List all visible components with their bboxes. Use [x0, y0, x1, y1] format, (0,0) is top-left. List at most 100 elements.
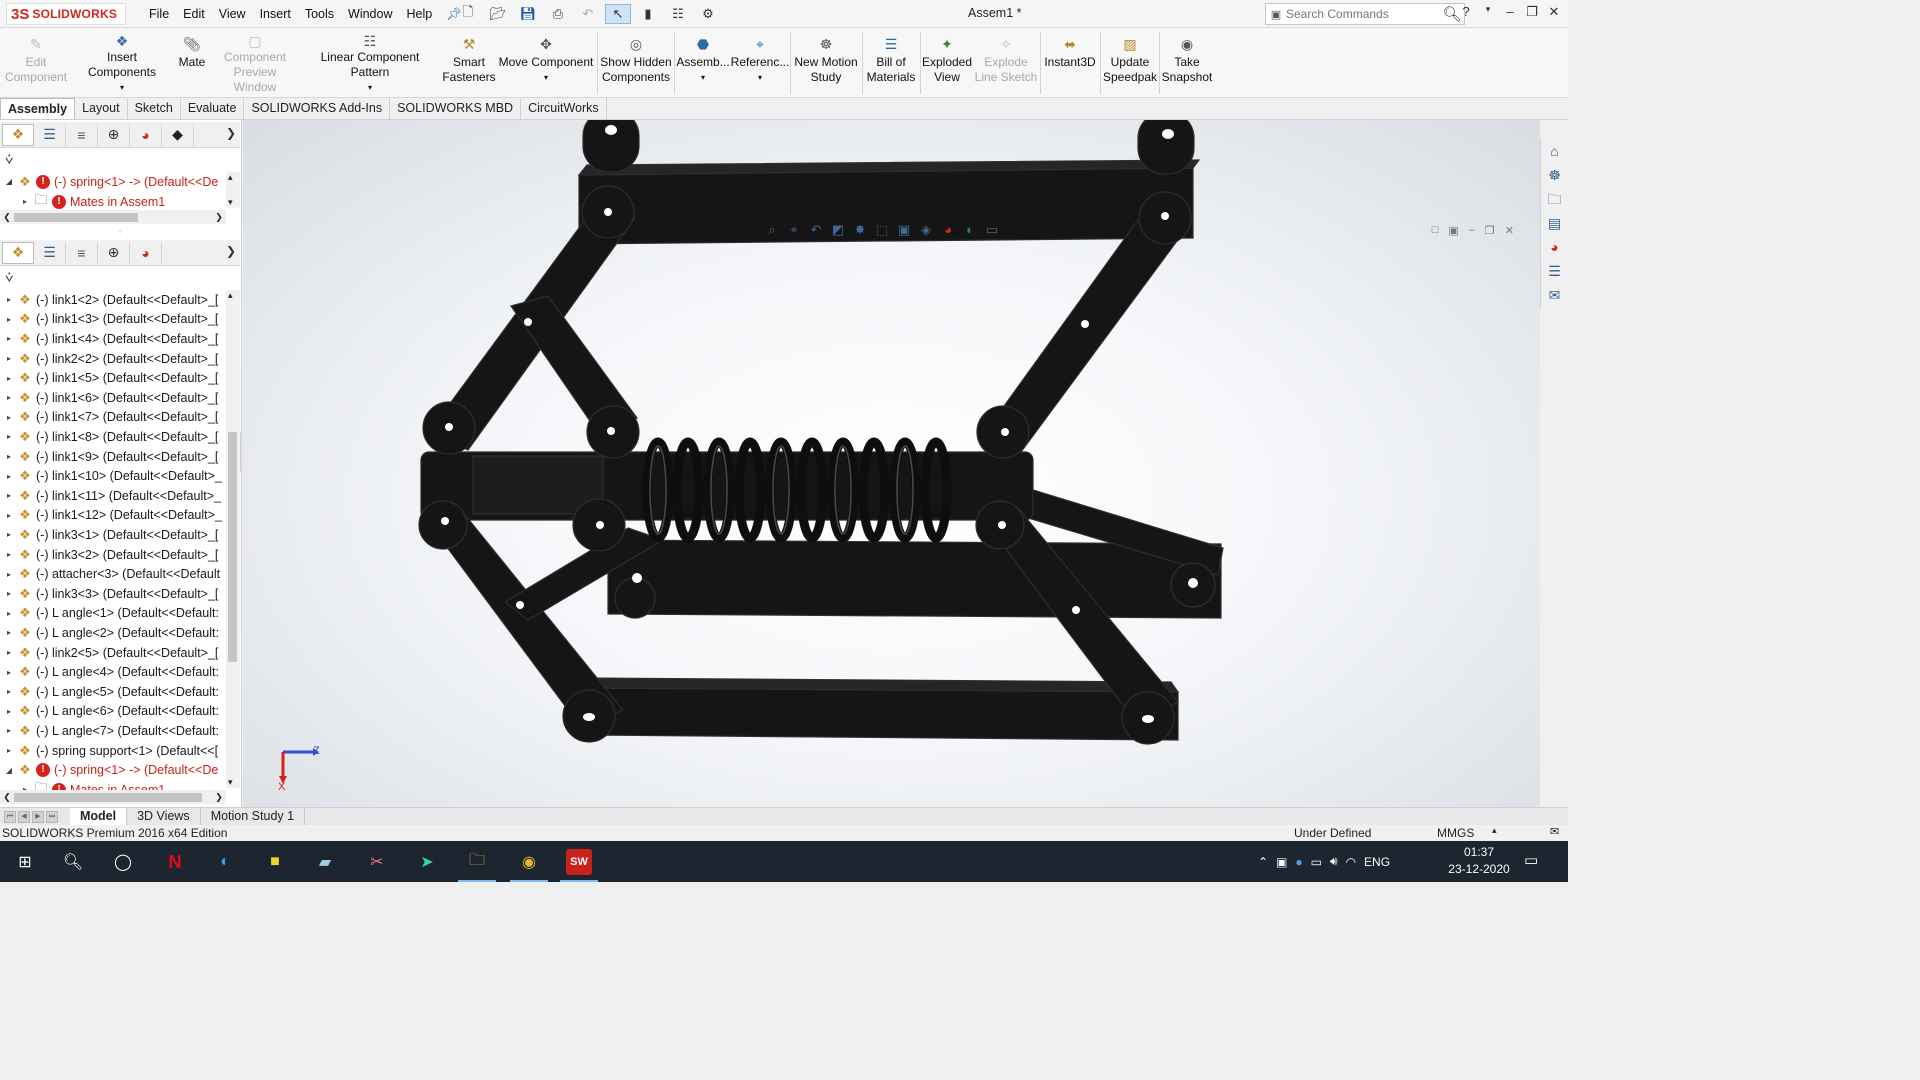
chevron-right-icon[interactable]: ❯	[226, 126, 236, 140]
expand-arrow-icon[interactable]: ▸	[2, 452, 16, 461]
property-manager-icon[interactable]: ☰	[34, 241, 66, 264]
graphics-area[interactable]: ⌕ ⌖ ↶ ◩ ✸ ⬚ ▣ ◈ ◕ ◐ ▭ □ ▣ – ❐ ✕ Z X	[243, 120, 1540, 808]
display-manager-icon[interactable]: ◕	[130, 123, 162, 146]
top-tree-hscroll[interactable]: ❮ ❯	[0, 210, 226, 224]
tree-item[interactable]: ▸ ❖ (-) link2<5> (Default<<Default>_[	[0, 643, 226, 663]
solidworks-taskbar-icon[interactable]: SW	[560, 849, 598, 882]
edit-appearance-icon[interactable]: ◕	[939, 222, 957, 238]
feature-manager-tree-icon[interactable]: ❖	[2, 123, 34, 146]
expand-arrow-icon[interactable]: ▸	[2, 393, 16, 402]
tree-item[interactable]: ▸ ❖ (-) link1<4> (Default<<Default>_[	[0, 329, 226, 349]
app-icon[interactable]: ▰	[312, 849, 338, 875]
dimxpert-manager-icon[interactable]: ⊕	[98, 123, 130, 146]
battery-icon[interactable]: ▭	[1311, 855, 1322, 869]
expand-arrow-icon[interactable]: ▸	[2, 648, 16, 657]
custom-properties-icon[interactable]: ☰	[1548, 262, 1561, 280]
dynamic-annotation-icon[interactable]: ✸	[851, 222, 869, 238]
close-icon[interactable]: ✕	[1544, 4, 1564, 20]
expand-arrow-icon[interactable]: ▸	[2, 374, 16, 383]
apply-scene-icon[interactable]: ◐	[961, 222, 979, 238]
options-gear-icon[interactable]: ⚙	[695, 4, 721, 24]
tree-item[interactable]: ▸ ❖ (-) link1<12> (Default<<Default>_	[0, 506, 226, 526]
tree-item[interactable]: ◢ ❖! (-) spring<1> -> (Default<<De	[0, 760, 226, 780]
menu-file[interactable]: File	[142, 7, 176, 21]
chevron-down-icon[interactable]: ▾	[1478, 4, 1498, 20]
volume-icon[interactable]: 🔊︎	[1330, 854, 1338, 869]
update-speedpak-button[interactable]: ▨ Update Speedpak	[1102, 30, 1158, 94]
edit-component-button[interactable]: ✎ Edit Component	[4, 30, 68, 94]
snip-sketch-icon[interactable]: ✂	[364, 849, 390, 875]
expand-arrow-icon[interactable]: ▸	[2, 628, 16, 637]
tab-layout[interactable]: Layout	[75, 98, 128, 119]
file-properties-icon[interactable]: ☷	[665, 4, 691, 24]
view-orientation-icon[interactable]: ⬚	[873, 222, 891, 238]
menu-window[interactable]: Window	[341, 7, 399, 21]
tab-solidworks-add-ins[interactable]: SOLIDWORKS Add-Ins	[244, 98, 391, 119]
expand-arrow-icon[interactable]: ▸	[2, 687, 16, 696]
sticky-notes-icon[interactable]: ■	[262, 849, 288, 875]
new-motion-study-button[interactable]: ☸ New Motion Study	[792, 30, 860, 94]
expand-arrow-icon[interactable]: ▸	[2, 432, 16, 441]
expand-arrow-icon[interactable]: ▸	[2, 707, 16, 716]
expand-arrow-icon[interactable]: ▸	[2, 413, 16, 422]
feature-manager-tree-icon[interactable]: ❖	[2, 241, 34, 264]
collapse-arrow-icon[interactable]: ◢	[2, 177, 16, 186]
tab-circuitworks[interactable]: CircuitWorks	[521, 98, 607, 119]
tree-item[interactable]: ▸ ❖ (-) link1<8> (Default<<Default>_[	[0, 427, 226, 447]
insert-components-button[interactable]: ❖ Insert Components ▾	[72, 30, 172, 94]
tree-item[interactable]: ▸ ❖ (-) link1<6> (Default<<Default>_[	[0, 388, 226, 408]
netflix-icon[interactable]: N	[162, 849, 188, 875]
move-component-button[interactable]: ✥ Move Component ▾	[498, 30, 594, 94]
chevron-right-icon[interactable]: ❯	[226, 244, 236, 258]
expand-arrow-icon[interactable]: ▸	[2, 530, 16, 539]
zoom-to-fit-icon[interactable]: ⌕	[763, 222, 781, 238]
tab-sketch[interactable]: Sketch	[128, 98, 181, 119]
windows-start-icon[interactable]: ⊞	[12, 849, 38, 875]
take-snapshot-button[interactable]: ◉ Take Snapshot	[1160, 30, 1214, 94]
wifi-icon[interactable]: ◠	[1346, 855, 1356, 869]
forum-icon[interactable]: ✉	[1549, 286, 1561, 304]
tree-item[interactable]: ▸ ❖ (-) link1<9> (Default<<Default>_[	[0, 447, 226, 467]
tree-item[interactable]: ▸ ❖ (-) link1<10> (Default<<Default>_	[0, 466, 226, 486]
last-tab-icon[interactable]: ⏭	[46, 810, 58, 823]
tree-item[interactable]: ▸ ❖ (-) L angle<1> (Default<<Default:	[0, 604, 226, 624]
viewport-minimize-icon[interactable]: –	[1469, 224, 1475, 237]
view-settings-icon[interactable]: ▭	[983, 222, 1001, 238]
expand-arrow-icon[interactable]: ▸	[2, 570, 16, 579]
search-input[interactable]	[1286, 7, 1440, 21]
expand-arrow-icon[interactable]: ▸	[2, 472, 16, 481]
solidworks-resources-icon[interactable]: ⌂	[1550, 142, 1558, 160]
previous-view-icon[interactable]: ↶	[807, 222, 825, 238]
show-hidden-components-button[interactable]: ◎ Show Hidden Components	[600, 30, 672, 94]
tree-item[interactable]: ▸ ❖ (-) L angle<2> (Default<<Default:	[0, 623, 226, 643]
pane-splitter[interactable]: ◦	[0, 226, 240, 238]
tree-vscroll[interactable]: ▴ ▾	[226, 290, 240, 788]
tree-item[interactable]: ▸ ❖ (-) link3<2> (Default<<Default>_[	[0, 545, 226, 565]
tree-item[interactable]: ▸ ❖ (-) L angle<5> (Default<<Default:	[0, 682, 226, 702]
smart-fasteners-button[interactable]: ⚒ Smart Fasteners	[442, 30, 496, 94]
tree-item[interactable]: ▸ ❖ (-) attacher<3> (Default<<Default	[0, 564, 226, 584]
new-document-icon[interactable]: 🗋︎	[455, 4, 481, 24]
tree-item-mates-top[interactable]: ▸ 🗀︎ ! Mates in Assem1	[0, 192, 226, 212]
cam-manager-icon[interactable]: ◆	[162, 123, 194, 146]
tab-assembly[interactable]: Assembly	[0, 98, 76, 119]
hide-show-items-icon[interactable]: ◈	[917, 222, 935, 238]
print-icon[interactable]: ⎙	[545, 4, 571, 24]
tree-item[interactable]: ▸ ❖ (-) link2<2> (Default<<Default>_[	[0, 349, 226, 369]
instant3d-button[interactable]: ⬌ Instant3D	[1042, 30, 1098, 94]
explode-line-sketch-button[interactable]: ✧ Explode Line Sketch	[974, 30, 1038, 94]
prev-tab-icon[interactable]: ◀	[18, 810, 30, 823]
solidworks-logo[interactable]: 3S SOLIDWORKS	[6, 3, 126, 25]
expand-arrow-icon[interactable]: ▸	[2, 315, 16, 324]
tree-item[interactable]: ▸ ❖ (-) link1<5> (Default<<Default>_[	[0, 368, 226, 388]
linear-component-pattern-button[interactable]: ☷ Linear Component Pattern ▾	[300, 30, 440, 94]
property-manager-icon[interactable]: ☰	[34, 123, 66, 146]
expand-arrow-icon[interactable]: ▸	[2, 550, 16, 559]
tree-item[interactable]: ▸ ❖ (-) L angle<4> (Default<<Default:	[0, 662, 226, 682]
file-explorer-icon[interactable]: 🗀︎	[1548, 190, 1562, 208]
language-indicator[interactable]: ENG	[1364, 855, 1390, 869]
expand-arrow-icon[interactable]: ▸	[2, 491, 16, 500]
display-manager-icon[interactable]: ◕	[130, 241, 162, 264]
expand-arrow-icon[interactable]: ▸	[2, 609, 16, 618]
notification-icon[interactable]: ▭	[1524, 851, 1538, 869]
